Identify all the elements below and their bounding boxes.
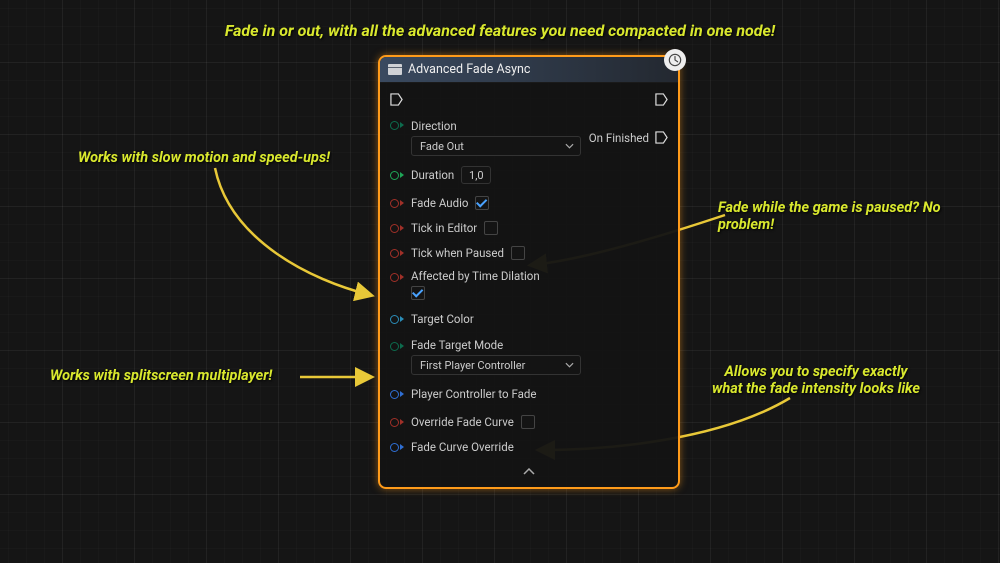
node-title: Advanced Fade Async <box>408 62 530 77</box>
expand-node-caret[interactable] <box>390 463 668 483</box>
exec-in-pin[interactable] <box>390 93 403 106</box>
annotation-paused: Fade while the game is paused? No proble… <box>718 200 1000 233</box>
annotation-slowmo: Works with slow motion and speed-ups! <box>78 150 330 167</box>
duration-pin[interactable] <box>390 169 404 181</box>
time-dilation-label: Affected by Time Dilation <box>411 269 540 283</box>
direction-value: Fade Out <box>420 140 464 153</box>
direction-pin[interactable] <box>390 119 404 131</box>
target-color-pin[interactable] <box>390 313 404 325</box>
time-dilation-pin[interactable] <box>390 271 404 283</box>
async-badge <box>664 49 686 71</box>
tick-paused-label: Tick when Paused <box>411 246 504 260</box>
node-header[interactable]: Advanced Fade Async <box>380 57 678 83</box>
fade-target-mode-value: First Player Controller <box>420 359 525 372</box>
exec-out-pin[interactable] <box>655 93 668 106</box>
target-color-label: Target Color <box>411 312 474 326</box>
direction-dropdown[interactable]: Fade Out <box>411 136 581 156</box>
tick-editor-label: Tick in Editor <box>411 221 477 235</box>
annotation-intensity: Allows you to specify exactly what the f… <box>712 364 920 397</box>
blueprint-node[interactable]: Advanced Fade Async Direction Fade Out <box>378 55 680 489</box>
annotation-splitscreen: Works with splitscreen multiplayer! <box>50 368 272 385</box>
node-type-icon <box>388 64 402 75</box>
chevron-down-icon <box>565 362 574 368</box>
fade-target-mode-dropdown[interactable]: First Player Controller <box>411 355 581 375</box>
on-finished-exec-pin[interactable] <box>655 131 668 144</box>
node-body: Direction Fade Out On Finished Duration … <box>380 83 678 487</box>
fade-target-mode-label: Fade Target Mode <box>411 338 668 352</box>
fade-target-mode-pin[interactable] <box>390 340 404 352</box>
direction-label: Direction <box>411 119 582 133</box>
tick-paused-pin[interactable] <box>390 247 404 259</box>
override-curve-checkbox[interactable] <box>521 415 535 429</box>
chevron-down-icon <box>565 143 574 149</box>
tick-editor-checkbox[interactable] <box>484 221 498 235</box>
player-controller-label: Player Controller to Fade <box>411 387 536 401</box>
curve-override-pin[interactable] <box>390 441 404 453</box>
tick-editor-pin[interactable] <box>390 222 404 234</box>
override-curve-label: Override Fade Curve <box>411 415 514 429</box>
player-controller-pin[interactable] <box>390 388 404 400</box>
override-curve-pin[interactable] <box>390 416 404 428</box>
annotation-main: Fade in or out, with all the advanced fe… <box>0 22 1000 40</box>
duration-input[interactable]: 1,0 <box>461 166 491 184</box>
fade-audio-pin[interactable] <box>390 197 404 209</box>
fade-audio-label: Fade Audio <box>411 196 468 210</box>
fade-audio-checkbox[interactable] <box>475 196 489 210</box>
on-finished-label: On Finished <box>589 131 649 145</box>
time-dilation-checkbox[interactable] <box>411 286 425 300</box>
duration-label: Duration <box>411 168 454 182</box>
tick-paused-checkbox[interactable] <box>511 246 525 260</box>
curve-override-label: Fade Curve Override <box>411 440 514 454</box>
